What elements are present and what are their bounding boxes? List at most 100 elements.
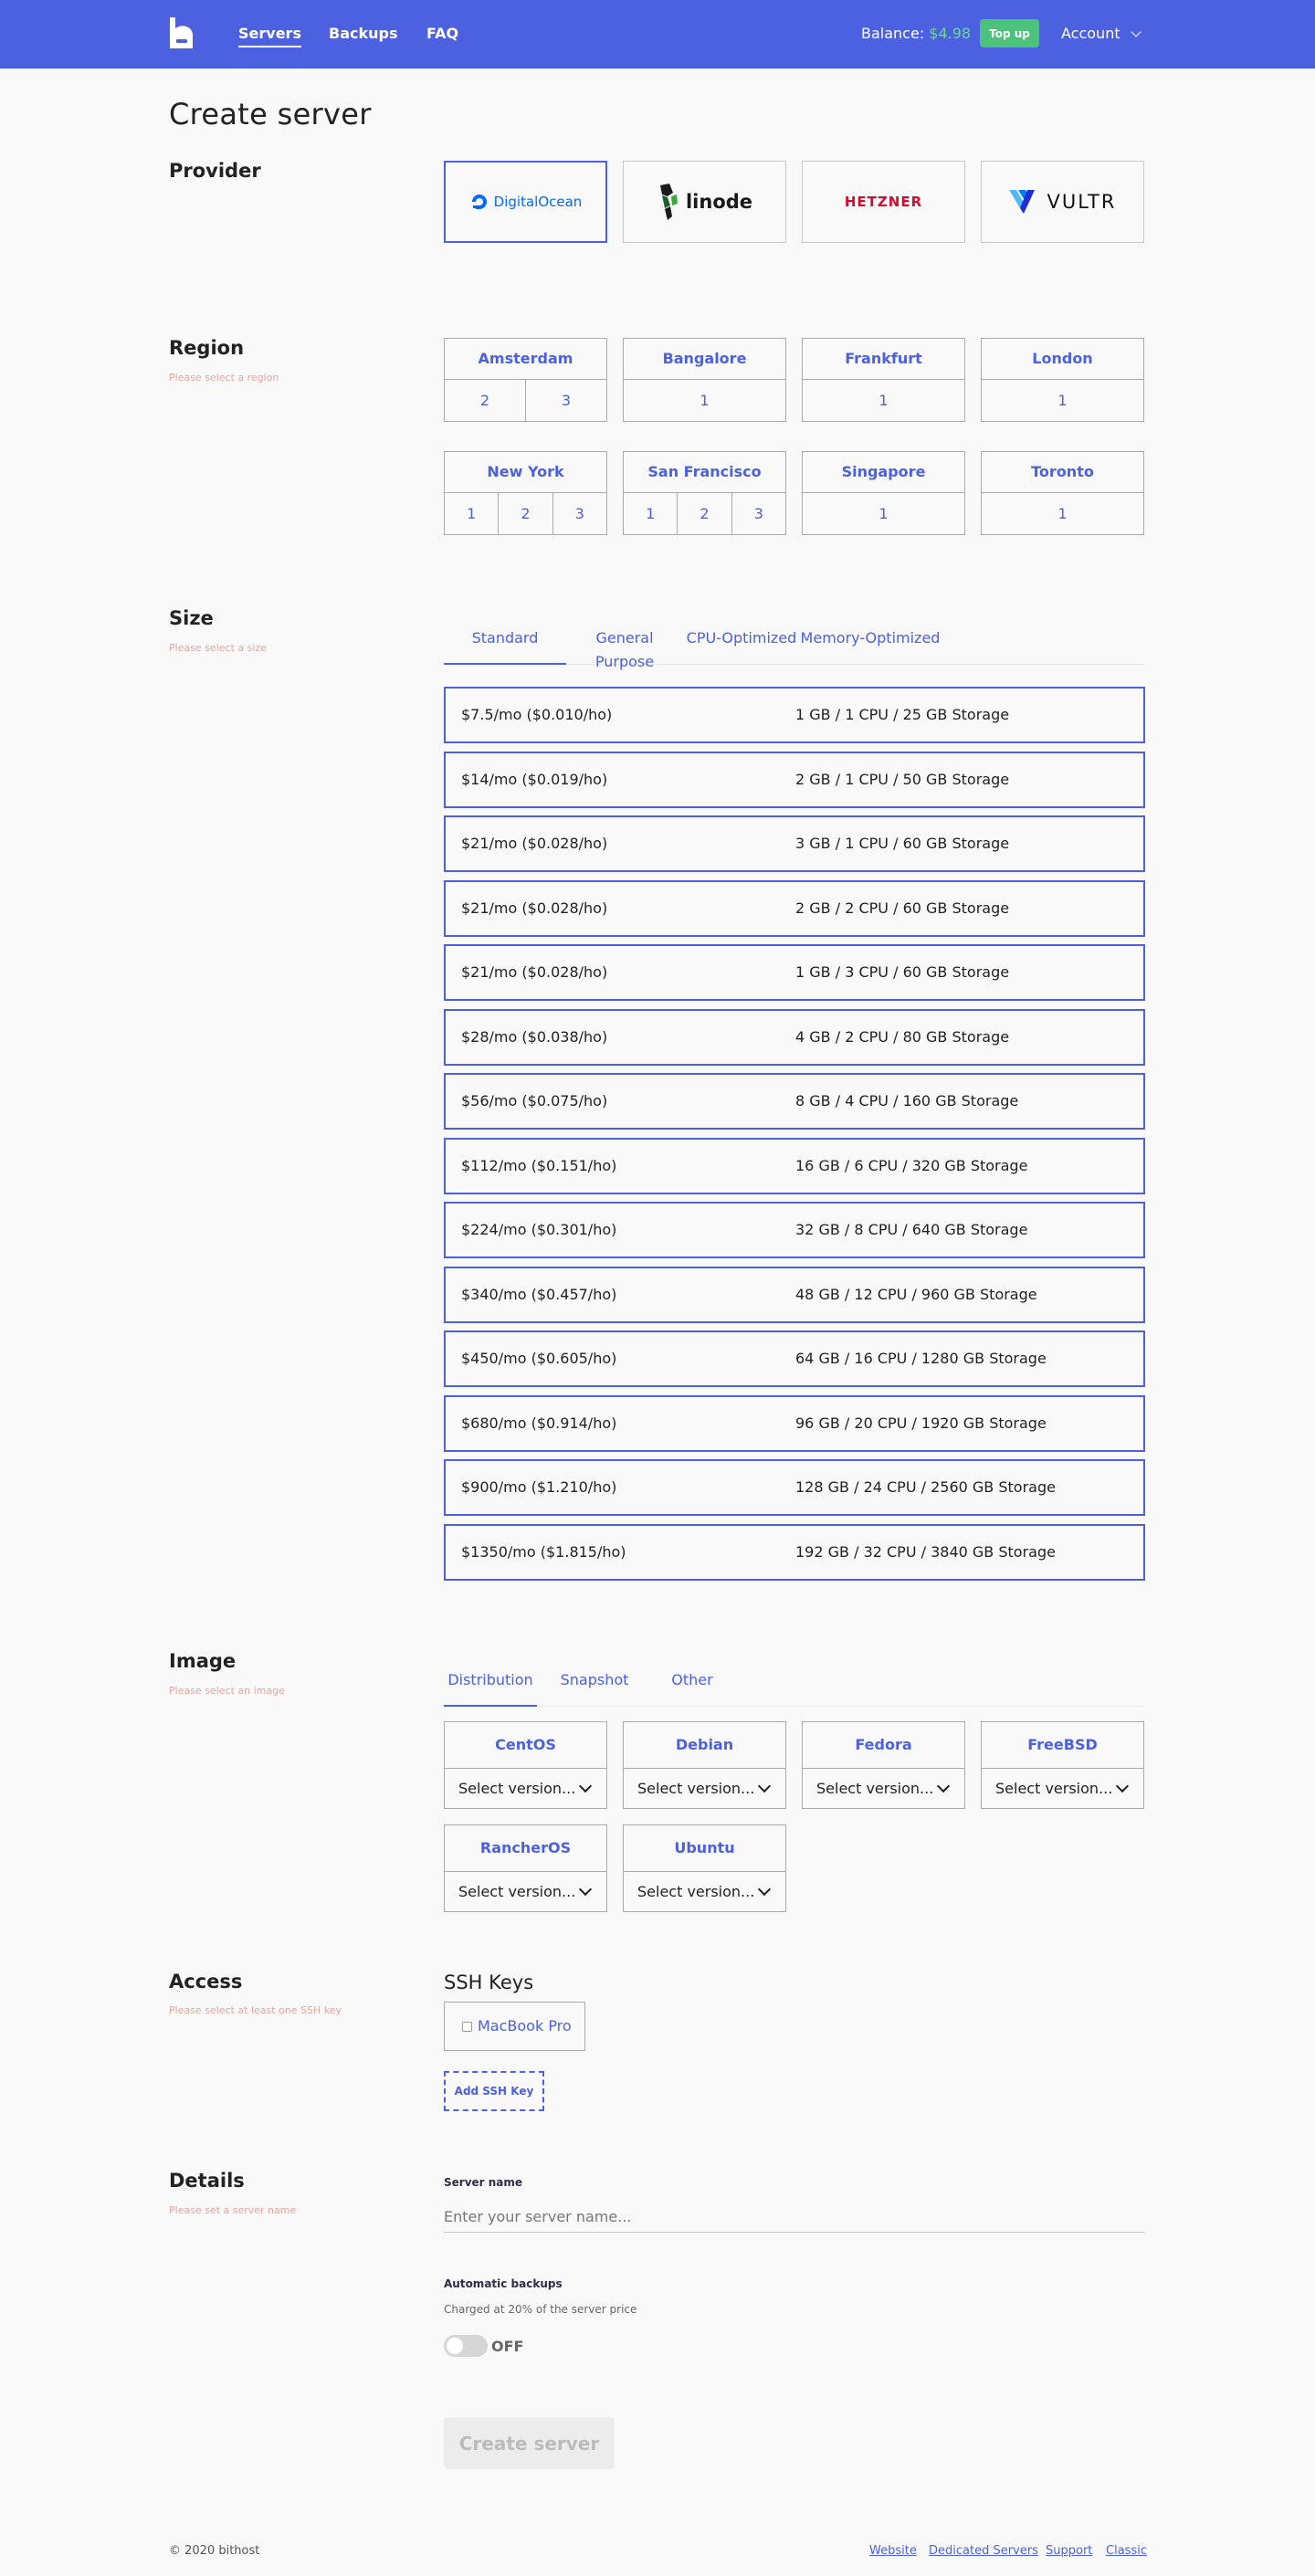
region-datacenter[interactable]: 1 [445,493,500,534]
region-datacenter[interactable]: 2 [499,493,553,534]
region-london[interactable]: London 1 [981,338,1144,422]
image-debian[interactable]: Debian Select version... [623,1721,786,1809]
backups-toggle[interactable] [444,2335,488,2357]
region-name[interactable]: Singapore [803,452,964,493]
chevron-down-icon [757,1882,772,1897]
version-select[interactable]: Select version... [445,1769,606,1808]
server-name-label: Server name [444,2176,523,2189]
region-datacenter[interactable]: 1 [982,493,1143,534]
footer-link-support[interactable]: Support [1046,2544,1092,2558]
provider-vultr[interactable]: VULTR [981,161,1144,243]
version-select-value: Select version... [458,1883,576,1900]
size-option-row[interactable]: $21/mo ($0.028/ho) 2 GB / 2 CPU / 60 GB S… [444,879,1145,937]
region-datacenter[interactable]: 2 [445,380,526,421]
image-name[interactable]: CentOS [445,1722,606,1769]
bithost-logo-icon[interactable] [168,17,195,48]
region-datacenter[interactable]: 1 [624,380,785,421]
size-option-row[interactable]: $21/mo ($0.028/ho) 1 GB / 3 CPU / 60 GB S… [444,944,1145,1001]
ssh-key-checkbox[interactable] [462,2022,472,2032]
balance-amount: $4.98 [929,25,972,42]
region-datacenter[interactable]: 3 [732,493,785,534]
region-name[interactable]: Bangalore [624,339,785,380]
tab-memory-optimized[interactable]: Memory-Optimized [800,626,941,665]
chevron-down-icon[interactable] [1131,26,1141,37]
region-name[interactable]: Amsterdam [445,339,606,380]
size-spec: 96 GB / 20 CPU / 1920 GB Storage [795,1414,1047,1432]
size-option-row[interactable]: $450/mo ($0.605/ho) 64 GB / 16 CPU / 1280… [444,1330,1145,1387]
server-name-input[interactable] [444,2202,1145,2233]
tab-general-purpose[interactable]: General Purpose [566,626,683,670]
ssh-key-item[interactable]: MacBook Pro [444,2002,585,2051]
region-name[interactable]: San Francisco [624,452,785,493]
version-select[interactable]: Select version... [624,1872,785,1911]
image-freebsd[interactable]: FreeBSD Select version... [981,1721,1144,1809]
region-toronto[interactable]: Toronto 1 [981,451,1144,535]
tab-other[interactable]: Other [652,1668,732,1707]
region-amsterdam[interactable]: Amsterdam 2 3 [444,338,607,422]
tab-standard[interactable]: Standard [444,626,566,665]
region-datacenter[interactable]: 1 [803,380,964,421]
region-datacenter[interactable]: 1 [982,380,1143,421]
backups-state: OFF [491,2338,524,2355]
region-singapore[interactable]: Singapore 1 [802,451,965,535]
region-name[interactable]: New York [445,452,606,493]
image-ubuntu[interactable]: Ubuntu Select version... [623,1824,786,1912]
image-fedora[interactable]: Fedora Select version... [802,1721,965,1809]
top-up-button[interactable]: Top up [980,19,1039,47]
add-ssh-key-button[interactable]: Add SSH Key [444,2071,544,2111]
version-select[interactable]: Select version... [982,1769,1143,1808]
region-name[interactable]: Frankfurt [803,339,964,380]
image-name[interactable]: RancherOS [445,1825,606,1872]
region-datacenter[interactable]: 1 [624,493,679,534]
size-option-row[interactable]: $900/mo ($1.210/ho) 128 GB / 24 CPU / 256… [444,1459,1145,1516]
region-san-francisco[interactable]: San Francisco 1 2 3 [623,451,786,535]
size-option-row[interactable]: $7.5/mo ($0.010/ho) 1 GB / 1 CPU / 25 GB … [444,687,1145,743]
region-name[interactable]: London [982,339,1143,380]
size-option-row[interactable]: $56/mo ($0.075/ho) 8 GB / 4 CPU / 160 GB … [444,1073,1145,1130]
provider-linode[interactable]: linode [623,161,786,243]
nav-backups[interactable]: Backups [329,24,397,44]
provider-hetzner[interactable]: HETZNER [802,161,965,243]
size-option-row[interactable]: $680/mo ($0.914/ho) 96 GB / 20 CPU / 1920… [444,1394,1145,1452]
region-title: Region [169,337,245,359]
nav-servers[interactable]: Servers [238,24,301,47]
region-datacenter[interactable]: 2 [678,493,732,534]
region-datacenter[interactable]: 3 [526,380,606,421]
region-new-york[interactable]: New York 1 2 3 [444,451,607,535]
version-select[interactable]: Select version... [803,1769,964,1808]
region-bangalore[interactable]: Bangalore 1 [623,338,786,422]
chevron-down-icon [578,1779,593,1793]
image-name[interactable]: Debian [624,1722,785,1769]
region-frankfurt[interactable]: Frankfurt 1 [802,338,965,422]
footer-link-website[interactable]: Website [869,2544,917,2558]
size-spec: 128 GB / 24 CPU / 2560 GB Storage [795,1478,1056,1496]
account-menu[interactable]: Account [1061,24,1120,44]
size-option-row[interactable]: $28/mo ($0.038/ho) 4 GB / 2 CPU / 80 GB S… [444,1008,1145,1066]
size-option-row[interactable]: $112/mo ($0.151/ho) 16 GB / 6 CPU / 320 G… [444,1137,1145,1194]
region-name[interactable]: Toronto [982,452,1143,493]
image-rancheros[interactable]: RancherOS Select version... [444,1824,607,1912]
size-option-row[interactable]: $21/mo ($0.028/ho) 3 GB / 1 CPU / 60 GB S… [444,815,1145,872]
ssh-key-label[interactable]: MacBook Pro [478,2017,572,2035]
provider-digitalocean[interactable]: DigitalOcean [444,161,607,243]
image-name[interactable]: FreeBSD [982,1722,1143,1769]
region-datacenter[interactable]: 3 [553,493,606,534]
image-centos[interactable]: CentOS Select version... [444,1721,607,1809]
tab-cpu-optimized[interactable]: CPU-Optimized [683,626,800,665]
version-select[interactable]: Select version... [445,1872,606,1911]
size-option-row[interactable]: $340/mo ($0.457/ho) 48 GB / 12 CPU / 960 … [444,1266,1145,1323]
size-option-row[interactable]: $14/mo ($0.019/ho) 2 GB / 1 CPU / 50 GB S… [444,751,1145,808]
size-price: $680/mo ($0.914/ho) [461,1414,617,1432]
footer-link-classic[interactable]: Classic [1106,2544,1147,2558]
nav-faq[interactable]: FAQ [426,24,458,44]
tab-snapshot[interactable]: Snapshot [537,1668,652,1707]
region-datacenter[interactable]: 1 [803,493,964,534]
size-option-row[interactable]: $1350/mo ($1.815/ho) 192 GB / 32 CPU / 38… [444,1523,1145,1581]
create-server-button[interactable]: Create server [444,2417,615,2469]
footer-link-dedicated-servers[interactable]: Dedicated Servers [929,2544,1038,2558]
image-name[interactable]: Fedora [803,1722,964,1769]
tab-distribution[interactable]: Distribution [444,1668,537,1707]
image-name[interactable]: Ubuntu [624,1825,785,1872]
version-select[interactable]: Select version... [624,1769,785,1808]
size-option-row[interactable]: $224/mo ($0.301/ho) 32 GB / 8 CPU / 640 G… [444,1202,1145,1258]
